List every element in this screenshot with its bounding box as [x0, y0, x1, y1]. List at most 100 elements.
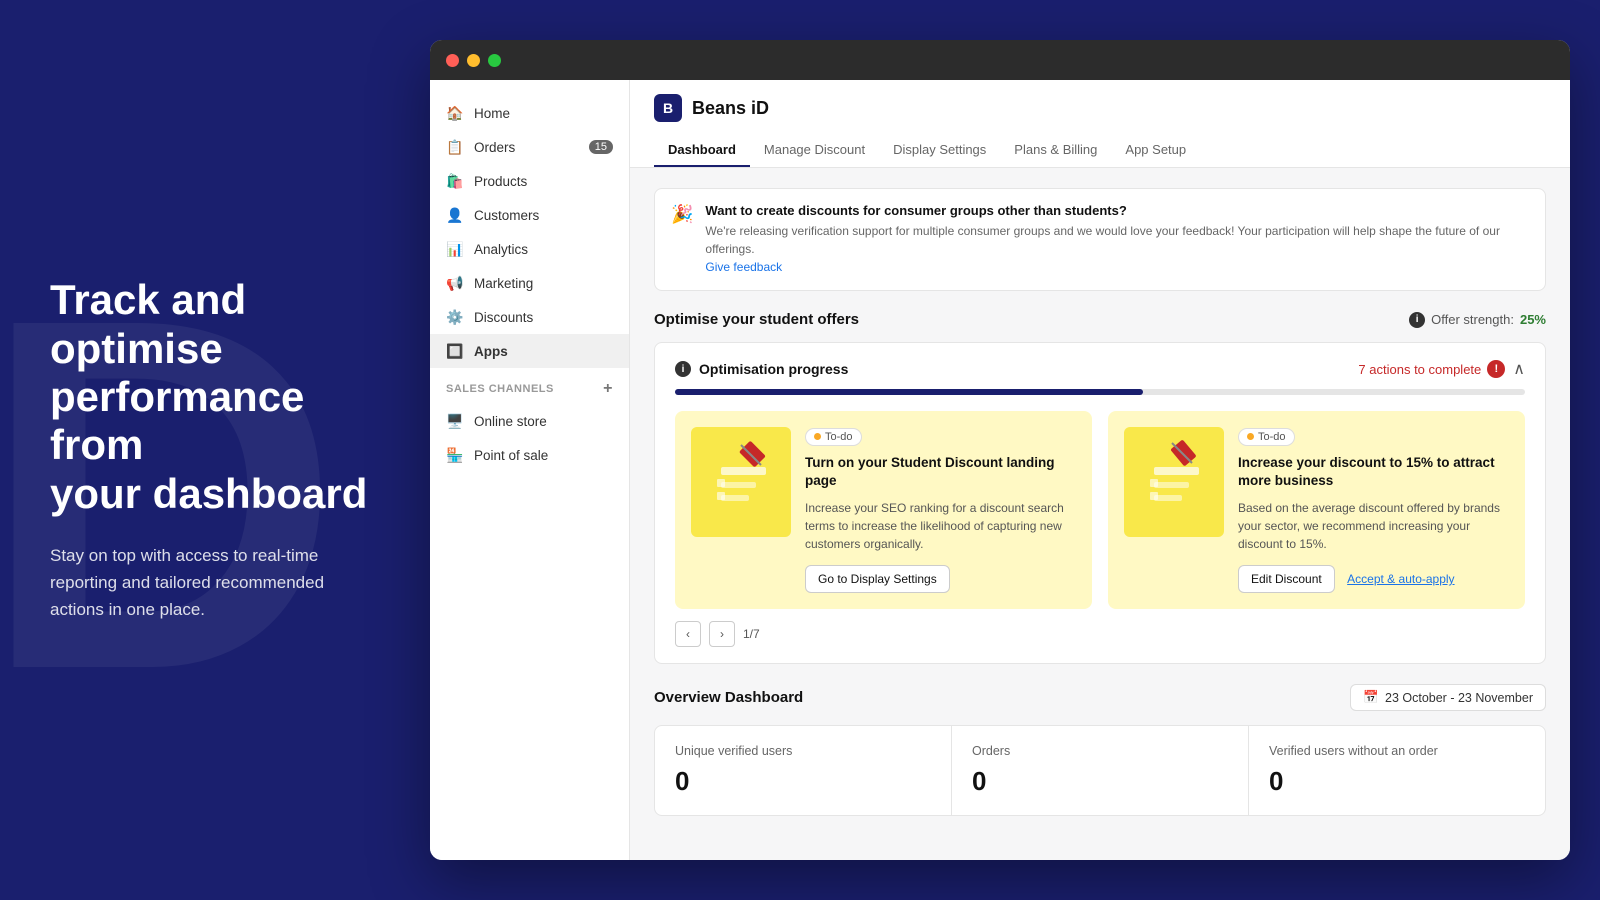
progress-title: Optimisation progress: [699, 361, 848, 377]
sidebar-item-point-of-sale[interactable]: 🏪 Point of sale: [430, 438, 629, 472]
sidebar-item-home[interactable]: 🏠 Home: [430, 96, 629, 130]
sidebar-item-customers-label: Customers: [474, 208, 539, 223]
add-channel-button[interactable]: +: [603, 380, 613, 398]
card-secondary-button-1[interactable]: Accept & auto-apply: [1347, 572, 1454, 586]
card-desc-0: Increase your SEO ranking for a discount…: [805, 499, 1076, 553]
sidebar-item-products-label: Products: [474, 174, 527, 189]
metric-orders: Orders 0: [952, 726, 1249, 815]
error-dot: !: [1487, 360, 1505, 378]
sidebar-item-marketing-label: Marketing: [474, 276, 533, 291]
minimize-dot[interactable]: [467, 54, 480, 67]
card-body-0: To-do Turn on your Student Discount land…: [805, 427, 1076, 593]
card-body-1: To-do Increase your discount to 15% to a…: [1238, 427, 1509, 593]
close-dot[interactable]: [446, 54, 459, 67]
card-illustration-1: [1124, 427, 1224, 537]
sidebar-item-apps[interactable]: 🔲 Apps: [430, 334, 629, 368]
calendar-icon: 📅: [1363, 690, 1379, 705]
card-title-1: Increase your discount to 15% to attract…: [1238, 454, 1509, 492]
progress-header: i Optimisation progress 7 actions to com…: [675, 359, 1525, 379]
tab-manage-discount[interactable]: Manage Discount: [750, 134, 879, 167]
browser-titlebar: [430, 40, 1570, 80]
sidebar: 🏠 Home 📋 Orders 15 🛍️ Products 👤 Custome…: [430, 80, 630, 860]
action-card-0: To-do Turn on your Student Discount land…: [675, 411, 1092, 609]
main-header: B Beans iD Dashboard Manage Discount Dis…: [630, 80, 1570, 168]
progress-bar-fill: [675, 389, 1143, 395]
sidebar-item-customers[interactable]: 👤 Customers: [430, 198, 629, 232]
pagination-next[interactable]: ›: [709, 621, 735, 647]
date-range-picker[interactable]: 📅 23 October - 23 November: [1350, 684, 1546, 711]
metrics-row: Unique verified users 0 Orders 0 Verifie…: [654, 725, 1546, 816]
todo-label-1: To-do: [1258, 431, 1286, 443]
card-title-0: Turn on your Student Discount landing pa…: [805, 454, 1076, 492]
metric-unique-users: Unique verified users 0: [655, 726, 952, 815]
info-icon: i: [1409, 312, 1425, 328]
sidebar-item-orders[interactable]: 📋 Orders 15: [430, 130, 629, 164]
home-icon: 🏠: [446, 104, 464, 122]
metric-orders-value: 0: [972, 766, 1228, 797]
orders-badge: 15: [589, 140, 613, 154]
actions-label: 7 actions to complete: [1358, 362, 1481, 377]
action-card-1: To-do Increase your discount to 15% to a…: [1108, 411, 1525, 609]
card-primary-button-1[interactable]: Edit Discount: [1238, 565, 1335, 593]
optimise-title: Optimise your student offers: [654, 311, 859, 328]
pagination-label: 1/7: [743, 627, 760, 641]
actions-badge: 7 actions to complete !: [1358, 360, 1505, 378]
app-title: Beans iD: [692, 98, 769, 119]
todo-badge-0: To-do: [805, 428, 862, 446]
products-icon: 🛍️: [446, 172, 464, 190]
progress-info-icon: i: [675, 361, 691, 377]
optimise-section-header: Optimise your student offers i Offer str…: [654, 311, 1546, 328]
content-body: 🎉 Want to create discounts for consumer …: [630, 168, 1570, 836]
app-title-row: B Beans iD: [654, 94, 1546, 122]
card-desc-1: Based on the average discount offered by…: [1238, 499, 1509, 553]
progress-card: i Optimisation progress 7 actions to com…: [654, 342, 1546, 664]
sidebar-section-sales-channels: SALES CHANNELS +: [430, 368, 629, 404]
hero-description: Stay on top with access to real-time rep…: [50, 542, 380, 624]
sidebar-item-home-label: Home: [474, 106, 510, 121]
offer-strength-value: 25%: [1520, 312, 1546, 327]
offer-strength: i Offer strength: 25%: [1409, 312, 1546, 328]
tab-plans-billing[interactable]: Plans & Billing: [1000, 134, 1111, 167]
card-button-0[interactable]: Go to Display Settings: [805, 565, 950, 593]
date-range-value: 23 October - 23 November: [1385, 691, 1533, 705]
maximize-dot[interactable]: [488, 54, 501, 67]
orders-icon: 📋: [446, 138, 464, 156]
action-cards-row: To-do Turn on your Student Discount land…: [675, 411, 1525, 609]
sidebar-item-discounts[interactable]: ⚙️ Discounts: [430, 300, 629, 334]
metric-orders-label: Orders: [972, 744, 1228, 758]
feedback-link[interactable]: Give feedback: [705, 260, 782, 274]
feedback-banner: 🎉 Want to create discounts for consumer …: [654, 188, 1546, 291]
progress-bar-container: [675, 389, 1525, 395]
tab-app-setup[interactable]: App Setup: [1111, 134, 1200, 167]
pagination-prev[interactable]: ‹: [675, 621, 701, 647]
sidebar-item-marketing[interactable]: 📢 Marketing: [430, 266, 629, 300]
tab-dashboard[interactable]: Dashboard: [654, 134, 750, 167]
todo-label-0: To-do: [825, 431, 853, 443]
sidebar-item-online-store[interactable]: 🖥️ Online store: [430, 404, 629, 438]
hero-heading: Track and optimise performance from your…: [50, 276, 380, 517]
app-icon: B: [654, 94, 682, 122]
overview-title: Overview Dashboard: [654, 689, 803, 706]
progress-title-row: i Optimisation progress: [675, 361, 848, 377]
browser-content: 🏠 Home 📋 Orders 15 🛍️ Products 👤 Custome…: [430, 80, 1570, 860]
metric-verified-no-order-value: 0: [1269, 766, 1525, 797]
feedback-icon: 🎉: [671, 204, 693, 225]
feedback-question: Want to create discounts for consumer gr…: [705, 203, 1529, 218]
sidebar-item-analytics-label: Analytics: [474, 242, 528, 257]
left-panel: Track and optimise performance from your…: [0, 216, 430, 683]
sidebar-item-online-store-label: Online store: [474, 414, 547, 429]
analytics-icon: 📊: [446, 240, 464, 258]
point-of-sale-icon: 🏪: [446, 446, 464, 464]
collapse-button[interactable]: ∧: [1513, 359, 1525, 379]
tab-display-settings[interactable]: Display Settings: [879, 134, 1000, 167]
customers-icon: 👤: [446, 206, 464, 224]
marketing-icon: 📢: [446, 274, 464, 292]
sidebar-item-orders-label: Orders: [474, 140, 515, 155]
online-store-icon: 🖥️: [446, 412, 464, 430]
todo-badge-1: To-do: [1238, 428, 1295, 446]
overview-header: Overview Dashboard 📅 23 October - 23 Nov…: [654, 684, 1546, 711]
sidebar-item-products[interactable]: 🛍️ Products: [430, 164, 629, 198]
sidebar-item-point-of-sale-label: Point of sale: [474, 448, 548, 463]
feedback-description: We're releasing verification support for…: [705, 222, 1529, 258]
sidebar-item-analytics[interactable]: 📊 Analytics: [430, 232, 629, 266]
